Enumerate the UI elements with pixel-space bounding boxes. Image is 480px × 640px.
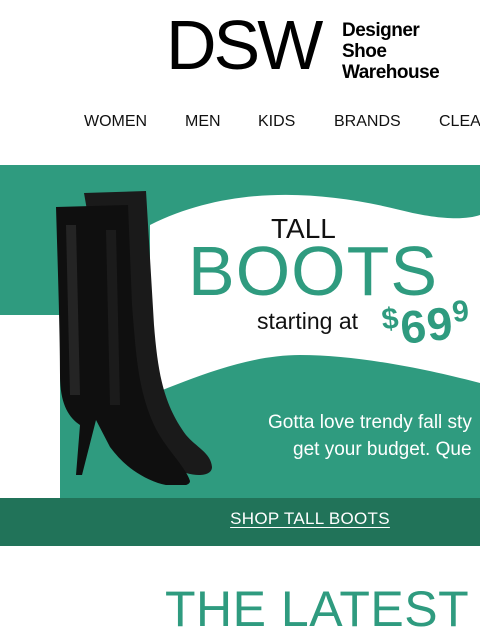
dsw-logo[interactable]: DSW Designer Shoe Warehouse (166, 10, 466, 84)
main-nav: WOMEN MEN KIDS BRANDS CLEA (0, 113, 480, 133)
tagline-line-3: Warehouse (342, 62, 440, 83)
nav-item-men[interactable]: MEN (185, 113, 221, 131)
hero-starting-at: starting at (257, 308, 358, 334)
hero-copy-line-1: Gotta love trendy fall sty (268, 412, 472, 433)
hero-copy: Gotta love trendy fall sty get your budg… (262, 409, 480, 463)
cta-bar: SHOP TALL BOOTS (0, 498, 480, 546)
hero-boots-headline: BOOTS (188, 232, 439, 310)
price-value: 69 (397, 296, 457, 354)
boot-image (56, 191, 212, 485)
hero-price: $699 (380, 294, 474, 357)
logo-tagline: Designer Shoe Warehouse (342, 20, 440, 83)
section-title-latest: THE LATEST (165, 581, 470, 637)
logo-mark: DSW (166, 6, 323, 84)
tagline-line-1: Designer (342, 20, 420, 41)
shop-tall-boots-link[interactable]: SHOP TALL BOOTS (0, 509, 480, 529)
tagline-line-2: Shoe (342, 41, 387, 62)
nav-item-kids[interactable]: KIDS (258, 113, 295, 131)
nav-item-brands[interactable]: BRANDS (334, 113, 401, 131)
nav-item-women[interactable]: WOMEN (84, 113, 147, 131)
price-cents: 9 (450, 294, 472, 330)
hero-copy-line-2: get your budget. Que (293, 439, 472, 460)
hero-banner[interactable]: TALL BOOTS starting at $699 Gotta love t… (0, 165, 480, 498)
nav-item-clearance[interactable]: CLEA (439, 113, 480, 131)
